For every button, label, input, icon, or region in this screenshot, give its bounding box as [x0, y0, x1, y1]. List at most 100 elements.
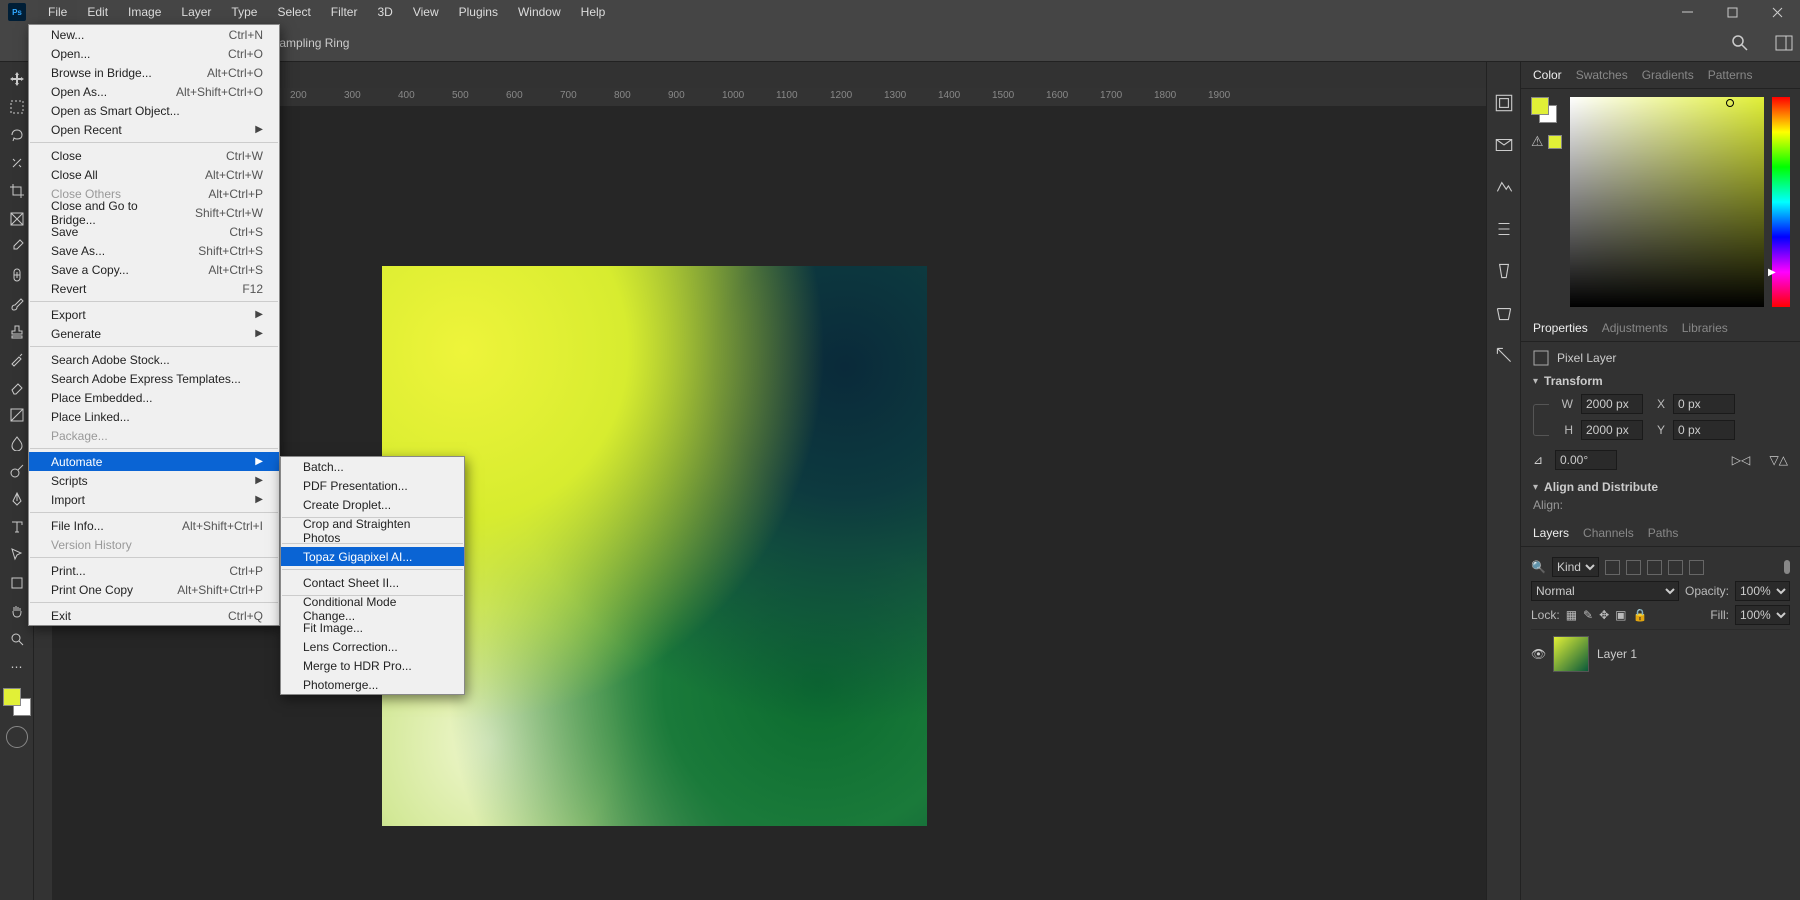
layer-name[interactable]: Layer 1	[1597, 647, 1637, 661]
menuitem-browse-in-bridge[interactable]: Browse in Bridge...Alt+Ctrl+O	[29, 63, 279, 82]
menuitem-lens-correction[interactable]: Lens Correction...	[281, 637, 464, 656]
tab-color[interactable]: Color	[1533, 68, 1562, 82]
dock-icon-5[interactable]	[1493, 260, 1515, 282]
menu-window[interactable]: Window	[508, 0, 571, 24]
menuitem-generate[interactable]: Generate▶	[29, 324, 279, 343]
frame-tool[interactable]	[3, 206, 31, 232]
heal-tool[interactable]	[3, 262, 31, 288]
search-icon[interactable]	[1730, 33, 1750, 53]
dodge-tool[interactable]	[3, 458, 31, 484]
menuitem-contact-sheet-ii[interactable]: Contact Sheet II...	[281, 573, 464, 592]
menuitem-new[interactable]: New...Ctrl+N	[29, 25, 279, 44]
stamp-tool[interactable]	[3, 318, 31, 344]
dock-icon-1[interactable]	[1493, 92, 1515, 114]
history-brush-tool[interactable]	[3, 346, 31, 372]
menuitem-pdf-presentation[interactable]: PDF Presentation...	[281, 476, 464, 495]
tab-channels[interactable]: Channels	[1583, 526, 1634, 540]
layer-row[interactable]: 👁 Layer 1	[1531, 629, 1790, 678]
menuitem-scripts[interactable]: Scripts▶	[29, 471, 279, 490]
layer-thumbnail[interactable]	[1553, 636, 1589, 672]
menuitem-open[interactable]: Open...Ctrl+O	[29, 44, 279, 63]
x-input[interactable]	[1673, 394, 1735, 414]
minimize-button[interactable]	[1665, 0, 1710, 24]
tab-paths[interactable]: Paths	[1648, 526, 1679, 540]
gamut-swatch[interactable]	[1548, 135, 1562, 149]
menu-edit[interactable]: Edit	[77, 0, 118, 24]
tab-gradients[interactable]: Gradients	[1642, 68, 1694, 82]
flip-v-icon[interactable]: ▽△	[1770, 453, 1788, 467]
menuitem-topaz-gigapixel-ai[interactable]: Topaz Gigapixel AI...	[281, 547, 464, 566]
visibility-icon[interactable]: 👁	[1531, 647, 1545, 661]
layer-filter-kind[interactable]: Kind	[1552, 557, 1599, 577]
menu-view[interactable]: View	[403, 0, 449, 24]
fill-input[interactable]: 100%	[1735, 605, 1790, 625]
dock-icon-6[interactable]	[1493, 302, 1515, 324]
fg-bg-swatch[interactable]	[1531, 97, 1557, 123]
menuitem-close-all[interactable]: Close AllAlt+Ctrl+W	[29, 165, 279, 184]
brush-tool[interactable]	[3, 290, 31, 316]
menu-help[interactable]: Help	[571, 0, 616, 24]
menuitem-revert[interactable]: RevertF12	[29, 279, 279, 298]
menuitem-fit-image[interactable]: Fit Image...	[281, 618, 464, 637]
menuitem-close-and-go-to-bridge[interactable]: Close and Go to Bridge...Shift+Ctrl+W	[29, 203, 279, 222]
workspace-icon[interactable]	[1774, 33, 1794, 53]
close-button[interactable]	[1755, 0, 1800, 24]
tab-swatches[interactable]: Swatches	[1576, 68, 1628, 82]
menuitem-batch[interactable]: Batch...	[281, 457, 464, 476]
tab-patterns[interactable]: Patterns	[1708, 68, 1753, 82]
blur-tool[interactable]	[3, 430, 31, 456]
menuitem-save[interactable]: SaveCtrl+S	[29, 222, 279, 241]
menu-type[interactable]: Type	[221, 0, 267, 24]
lock-pixels-icon[interactable]: ▦	[1566, 608, 1577, 622]
filter-smart-icon[interactable]	[1689, 560, 1704, 575]
gradient-tool[interactable]	[3, 402, 31, 428]
menuitem-automate[interactable]: Automate▶	[29, 452, 279, 471]
dock-icon-4[interactable]	[1493, 218, 1515, 240]
marquee-tool[interactable]	[3, 94, 31, 120]
filter-toggle[interactable]	[1784, 560, 1790, 574]
tab-properties[interactable]: Properties	[1533, 321, 1588, 335]
menuitem-export[interactable]: Export▶	[29, 305, 279, 324]
tab-layers[interactable]: Layers	[1533, 526, 1569, 540]
lock-paint-icon[interactable]: ✎	[1583, 608, 1593, 622]
menuitem-crop-and-straighten-photos[interactable]: Crop and Straighten Photos	[281, 521, 464, 540]
menuitem-save-a-copy[interactable]: Save a Copy...Alt+Ctrl+S	[29, 260, 279, 279]
menuitem-create-droplet[interactable]: Create Droplet...	[281, 495, 464, 514]
color-picker[interactable]	[1570, 97, 1764, 307]
color-swatches[interactable]	[3, 688, 31, 716]
rotation-input[interactable]	[1555, 450, 1617, 470]
menuitem-merge-to-hdr-pro[interactable]: Merge to HDR Pro...	[281, 656, 464, 675]
wand-tool[interactable]	[3, 150, 31, 176]
path-select-tool[interactable]	[3, 542, 31, 568]
menu-image[interactable]: Image	[118, 0, 171, 24]
filter-pixel-icon[interactable]	[1605, 560, 1620, 575]
menuitem-search-adobe-express-templates[interactable]: Search Adobe Express Templates...	[29, 369, 279, 388]
pen-tool[interactable]	[3, 486, 31, 512]
menu-select[interactable]: Select	[267, 0, 320, 24]
lock-artboard-icon[interactable]: ▣	[1615, 608, 1626, 622]
height-input[interactable]	[1581, 420, 1643, 440]
lasso-tool[interactable]	[3, 122, 31, 148]
menuitem-open-as[interactable]: Open As...Alt+Shift+Ctrl+O	[29, 82, 279, 101]
eraser-tool[interactable]	[3, 374, 31, 400]
menuitem-conditional-mode-change[interactable]: Conditional Mode Change...	[281, 599, 464, 618]
menuitem-place-embedded[interactable]: Place Embedded...	[29, 388, 279, 407]
hand-tool[interactable]	[3, 598, 31, 624]
menu-layer[interactable]: Layer	[171, 0, 221, 24]
y-input[interactable]	[1673, 420, 1735, 440]
flip-h-icon[interactable]: ▷◁	[1732, 453, 1750, 467]
filter-shape-icon[interactable]	[1668, 560, 1683, 575]
menuitem-open-recent[interactable]: Open Recent▶	[29, 120, 279, 139]
opacity-input[interactable]: 100%	[1735, 581, 1790, 601]
move-tool[interactable]	[3, 66, 31, 92]
menuitem-file-info[interactable]: File Info...Alt+Shift+Ctrl+I	[29, 516, 279, 535]
quick-mask[interactable]	[6, 726, 28, 748]
dock-icon-3[interactable]	[1493, 176, 1515, 198]
maximize-button[interactable]	[1710, 0, 1755, 24]
menuitem-import[interactable]: Import▶	[29, 490, 279, 509]
menuitem-save-as[interactable]: Save As...Shift+Ctrl+S	[29, 241, 279, 260]
menu-filter[interactable]: Filter	[321, 0, 368, 24]
crop-tool[interactable]	[3, 178, 31, 204]
link-wh-icon[interactable]	[1533, 404, 1549, 436]
type-tool[interactable]	[3, 514, 31, 540]
